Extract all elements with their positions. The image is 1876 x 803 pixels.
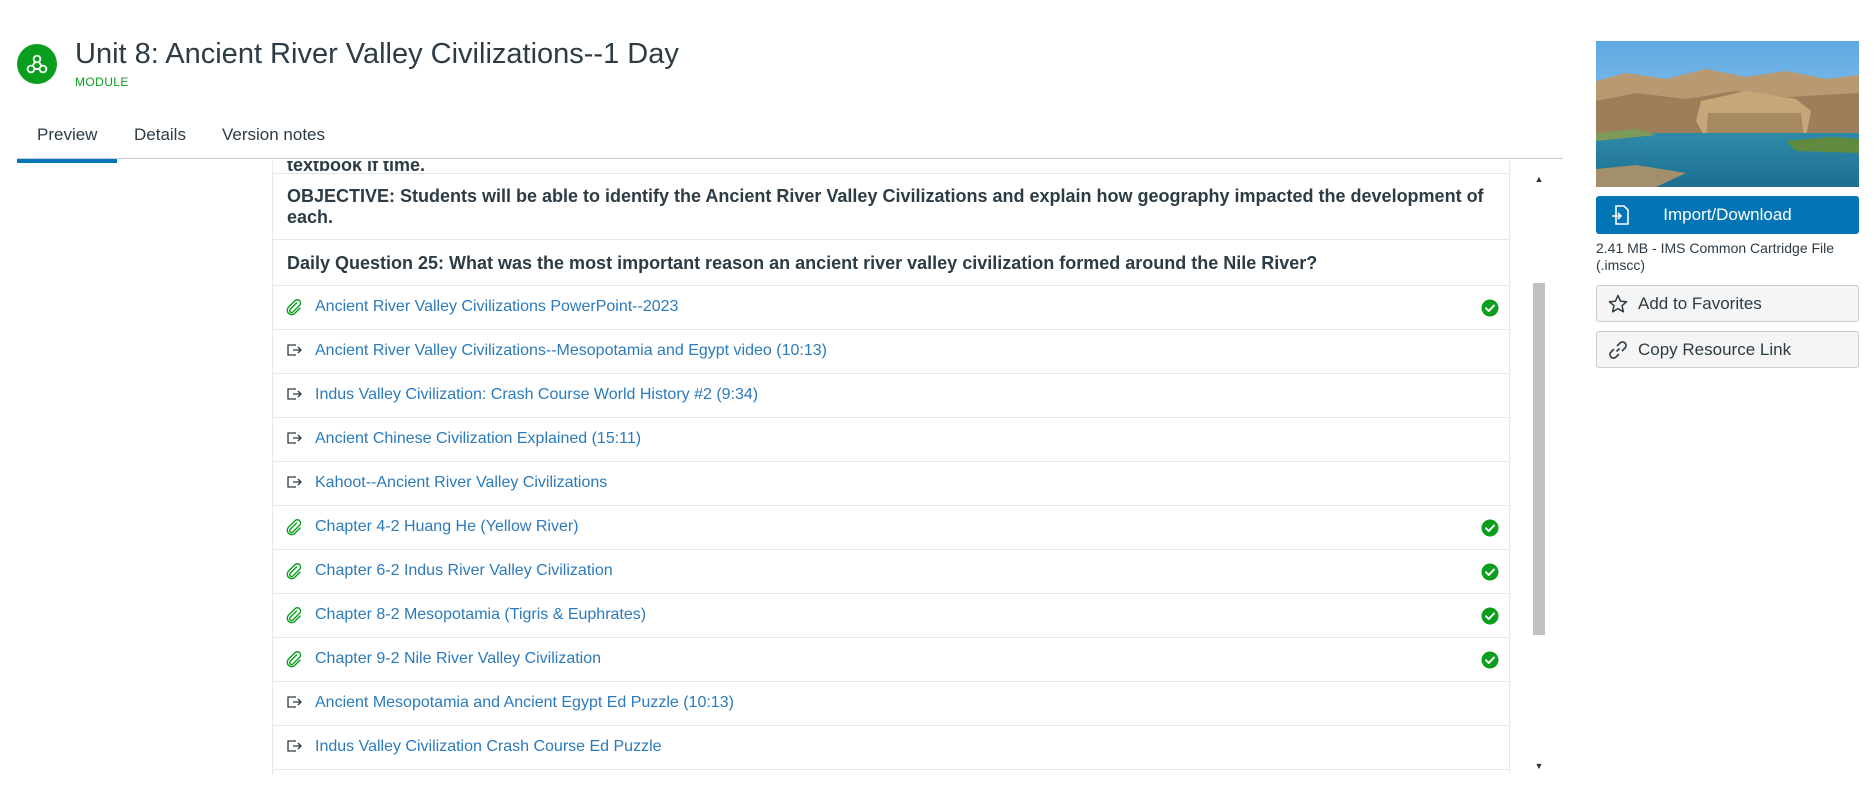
- module-item-row[interactable]: Ancient Mesopotamia and Ancient Egypt Ed…: [273, 682, 1509, 726]
- content-scrollbar[interactable]: ▲ ▼: [1531, 171, 1547, 774]
- external-link-icon: [285, 474, 303, 492]
- scrollbar-thumb[interactable]: [1533, 283, 1545, 635]
- module-icon: [17, 44, 57, 84]
- module-item-row[interactable]: Indus Valley Civilization Crash Course E…: [273, 726, 1509, 770]
- module-item-link[interactable]: Ancient River Valley Civilizations Power…: [315, 298, 678, 316]
- resource-type-label: MODULE: [75, 75, 129, 89]
- module-item-link[interactable]: Chapter 8-2 Mesopotamia (Tigris & Euphra…: [315, 606, 646, 624]
- module-item-link[interactable]: Ancient River Valley Civilizations--Meso…: [315, 342, 827, 360]
- module-item-link[interactable]: Ancient Mesopotamia and Ancient Egypt Ed…: [315, 694, 734, 712]
- paperclip-icon: [285, 298, 303, 316]
- copy-resource-link-button[interactable]: Copy Resource Link: [1596, 331, 1859, 368]
- page-title: Unit 8: Ancient River Valley Civilizatio…: [75, 38, 679, 70]
- module-item-row[interactable]: Indus Valley Civilization: Crash Course …: [273, 374, 1509, 418]
- tab-preview[interactable]: Preview: [16, 125, 119, 163]
- module-item-row[interactable]: Chapter 9-2 Nile River Valley Civilizati…: [273, 638, 1509, 682]
- check-circle-icon: [1481, 563, 1499, 581]
- module-item-link[interactable]: Chapter 9-2 Nile River Valley Civilizati…: [315, 650, 601, 668]
- module-item-row[interactable]: Ancient River Valley Civilizations--Meso…: [273, 330, 1509, 374]
- link-icon: [1609, 341, 1627, 359]
- check-circle-icon: [1481, 519, 1499, 537]
- tab-details[interactable]: Details: [134, 125, 186, 145]
- module-item-row[interactable]: Ancient River Valley Civilizations Power…: [273, 286, 1509, 330]
- module-item-link[interactable]: Indus Valley Civilization: Crash Course …: [315, 386, 758, 404]
- scroll-up-arrow[interactable]: ▲: [1531, 171, 1547, 187]
- module-item-row[interactable]: Kahoot--Ancient River Valley Civilizatio…: [273, 462, 1509, 506]
- module-item-row[interactable]: Chapter 8-2 Mesopotamia (Tigris & Euphra…: [273, 594, 1509, 638]
- tab-bar: Preview Details Version notes: [16, 113, 1563, 163]
- tab-version-notes[interactable]: Version notes: [222, 125, 325, 145]
- import-download-button[interactable]: Import/Download: [1596, 196, 1859, 234]
- module-item-link[interactable]: Chapter 4-2 Huang He (Yellow River): [315, 518, 579, 536]
- paperclip-icon: [285, 562, 303, 580]
- copy-resource-link-label: Copy Resource Link: [1638, 340, 1792, 359]
- resource-sidebar: Import/Download 2.41 MB - IMS Common Car…: [1596, 41, 1859, 368]
- objective-text: OBJECTIVE: Students will be able to iden…: [273, 174, 1509, 240]
- scroll-down-arrow[interactable]: ▼: [1531, 758, 1547, 774]
- import-icon: [1612, 205, 1629, 225]
- import-download-label: Import/Download: [1663, 205, 1792, 224]
- module-item-row[interactable]: Chapter 6-2 Indus River Valley Civilizat…: [273, 550, 1509, 594]
- daily-question-text: Daily Question 25: What was the most imp…: [273, 240, 1509, 286]
- external-link-icon: [285, 342, 303, 360]
- partial-text: textbook if time.: [273, 161, 1509, 174]
- module-item-row[interactable]: Ancient Chinese Civilization Explained (…: [273, 418, 1509, 462]
- add-to-favorites-button[interactable]: Add to Favorites: [1596, 285, 1859, 322]
- module-item-row[interactable]: Chapter 4-2 Huang He (Yellow River): [273, 506, 1509, 550]
- page-header: Unit 8: Ancient River Valley Civilizatio…: [17, 38, 1577, 98]
- check-circle-icon: [1481, 607, 1499, 625]
- external-link-icon: [285, 738, 303, 756]
- check-circle-icon: [1481, 651, 1499, 669]
- paperclip-icon: [285, 518, 303, 536]
- module-item-link[interactable]: Kahoot--Ancient River Valley Civilizatio…: [315, 474, 607, 492]
- add-to-favorites-label: Add to Favorites: [1638, 294, 1762, 313]
- external-link-icon: [285, 694, 303, 712]
- paperclip-icon: [285, 606, 303, 624]
- module-preview-content[interactable]: textbook if time. OBJECTIVE: Students wi…: [272, 161, 1510, 774]
- star-icon: [1608, 294, 1628, 313]
- module-item-link[interactable]: Chapter 6-2 Indus River Valley Civilizat…: [315, 562, 613, 580]
- module-item-link[interactable]: Ancient Chinese Civilization Explained (…: [315, 430, 641, 448]
- file-info: 2.41 MB - IMS Common Cartridge File (.im…: [1596, 240, 1835, 273]
- module-item-link[interactable]: Indus Valley Civilization Crash Course E…: [315, 738, 662, 756]
- check-circle-icon: [1481, 299, 1499, 317]
- paperclip-icon: [285, 650, 303, 668]
- external-link-icon: [285, 386, 303, 404]
- resource-thumbnail: [1596, 41, 1859, 187]
- external-link-icon: [285, 430, 303, 448]
